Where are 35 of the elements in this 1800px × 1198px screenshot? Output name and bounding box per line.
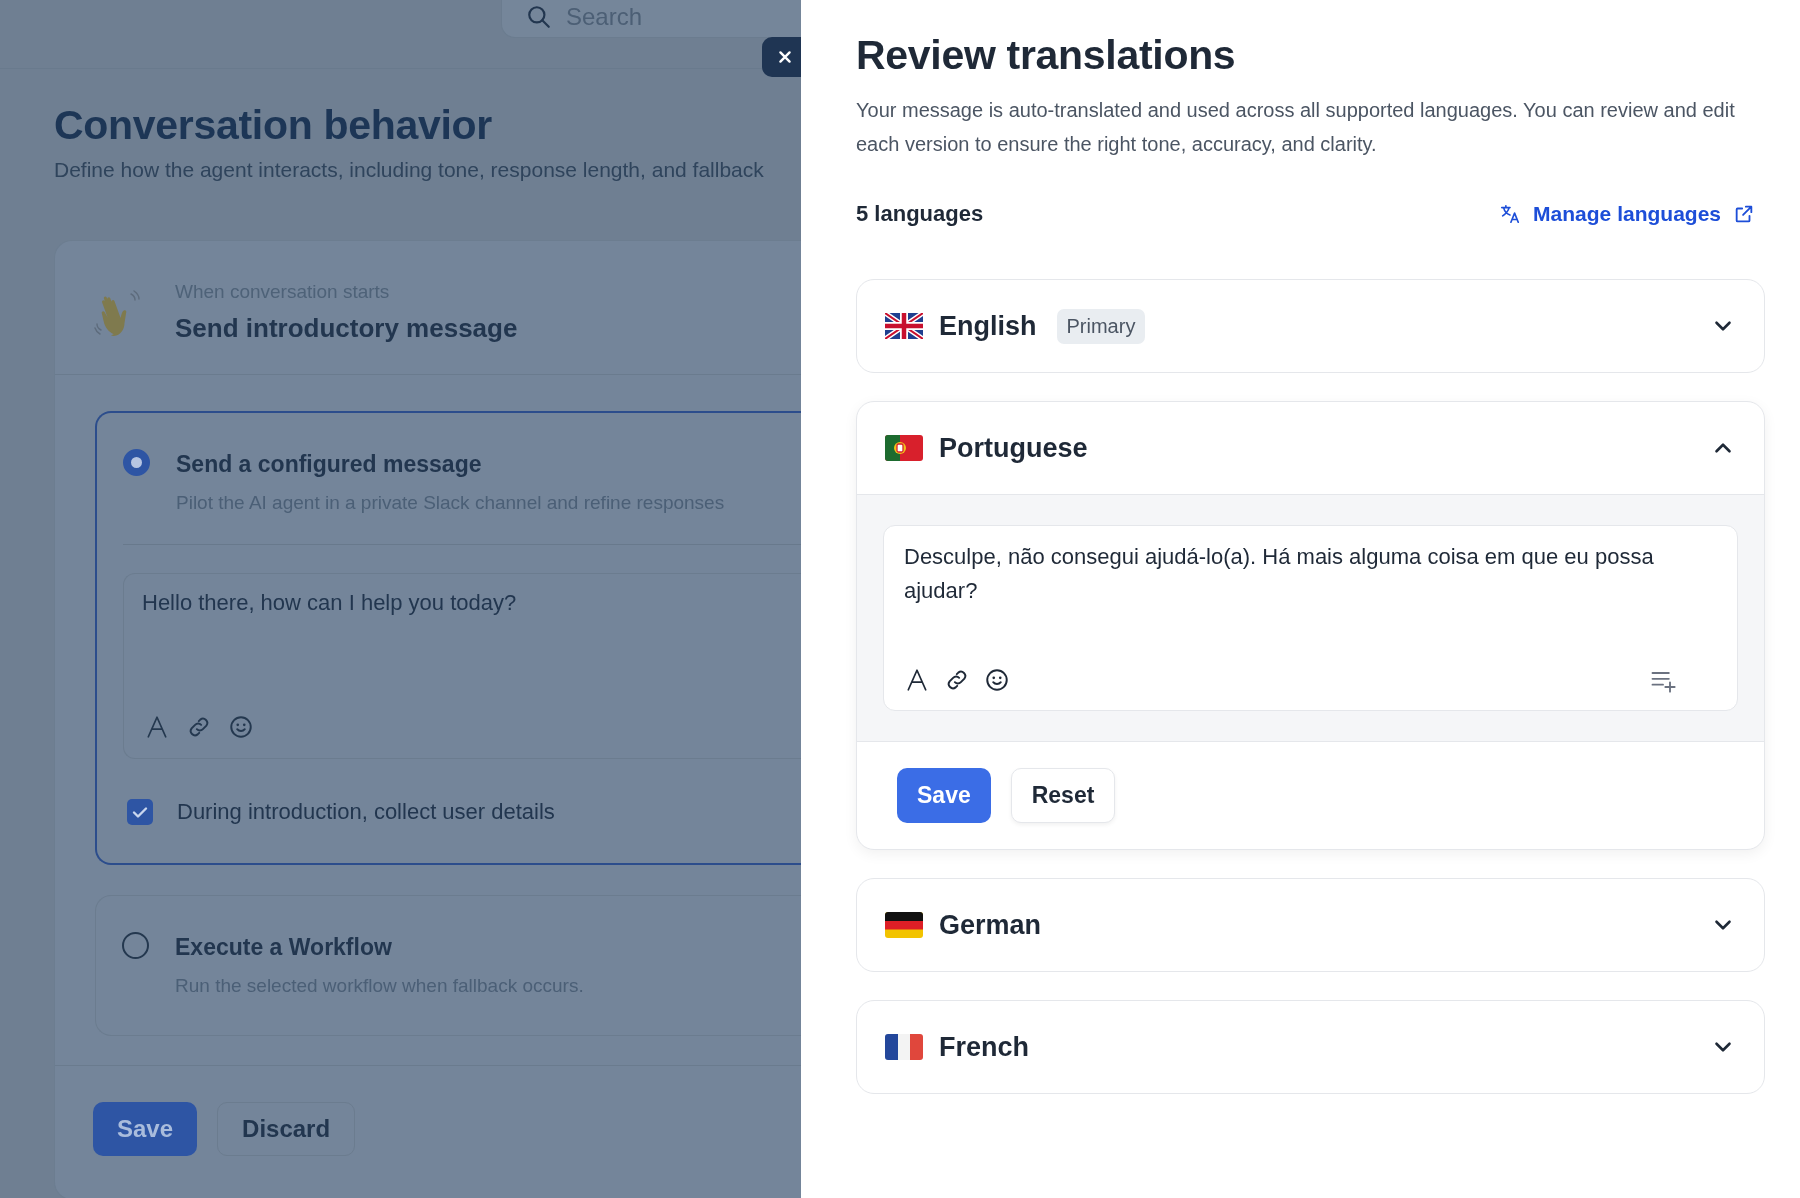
page-subtitle: Define how the agent interacts, including tone, response length, and fallback [54, 158, 765, 183]
checkbox[interactable] [127, 799, 153, 826]
external-link-icon [1733, 203, 1755, 225]
language-name: German [939, 909, 1042, 941]
option-title: Send a configured message [176, 451, 483, 479]
language-header[interactable]: Portuguese [857, 402, 1764, 494]
panel-title: Review translations [856, 32, 1237, 79]
emoji-icon[interactable] [984, 667, 1010, 693]
radio-button[interactable] [122, 932, 149, 960]
translation-field[interactable]: Desculpe, não consegui ajudá-lo(a). Há mais alguma coisa em que eu possa ajudar? [883, 525, 1738, 711]
language-count: 5 languages [856, 201, 984, 227]
language-name: English [939, 310, 1037, 342]
save-button[interactable]: Save [93, 1102, 198, 1156]
france-flag-icon [885, 1034, 923, 1060]
portugal-flag-icon [885, 435, 923, 461]
save-button[interactable]: Save [897, 768, 991, 823]
germany-flag-icon [885, 912, 923, 938]
language-name: Portuguese [939, 432, 1088, 464]
checkbox-label: During introduction, collect user details [177, 799, 555, 826]
radio-button[interactable] [123, 449, 150, 477]
panel-description: Your message is auto-translated and used across all supported languages. You can review and edit each version to ensure the right tone, accuracy, and clarity. [856, 98, 1736, 157]
translate-icon [1499, 203, 1522, 225]
close-button[interactable] [762, 37, 801, 77]
uk-flag-icon [885, 313, 923, 339]
manage-languages-link[interactable]: Manage languages [1499, 202, 1755, 226]
card-title: Send introductory message [175, 313, 518, 345]
reset-button[interactable]: Reset [1010, 768, 1116, 823]
language-header[interactable]: English Primary [857, 280, 1764, 372]
page-title: Conversation behavior [54, 101, 493, 150]
search-icon [526, 3, 552, 30]
language-header[interactable]: German [857, 879, 1764, 971]
primary-tag: Primary [1056, 308, 1146, 344]
language-header[interactable]: French [857, 1001, 1764, 1093]
language-name: French [939, 1031, 1030, 1063]
option-title: Execute a Workflow [175, 934, 393, 962]
